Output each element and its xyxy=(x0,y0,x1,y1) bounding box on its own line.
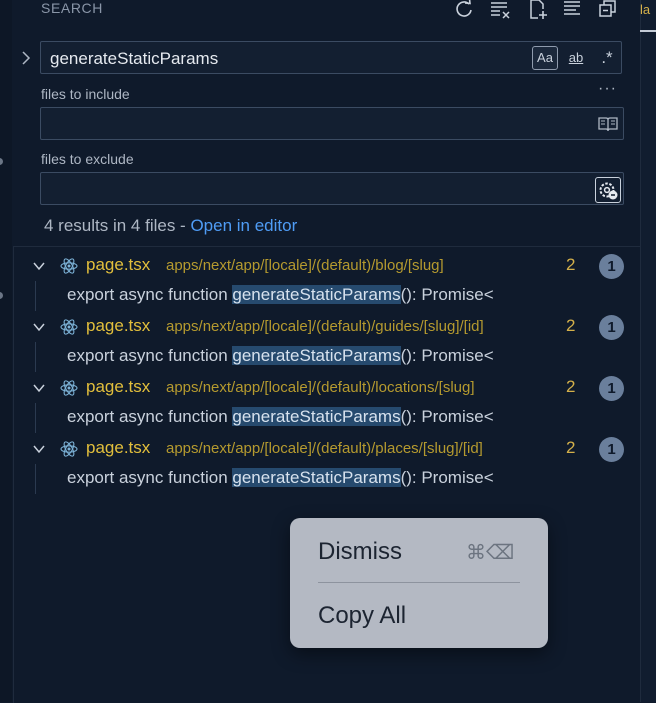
tree-indent-guide xyxy=(35,281,36,311)
result-match-row[interactable]: export async function generateStaticPara… xyxy=(14,403,641,433)
tree-indent-guide xyxy=(35,403,36,433)
result-file-row[interactable]: page.tsx apps/next/app/[locale]/(default… xyxy=(14,312,641,342)
result-file-row[interactable]: page.tsx apps/next/app/[locale]/(default… xyxy=(14,251,641,281)
result-file-name: page.tsx xyxy=(86,255,151,274)
files-to-include-label: files to include xyxy=(41,86,130,102)
result-match-badge: 1 xyxy=(599,376,624,401)
match-prefix: export async function xyxy=(67,468,233,487)
tree-indent-guide xyxy=(35,464,36,494)
clear-results-icon[interactable] xyxy=(489,0,511,20)
results-count-text: 4 results in 4 files - xyxy=(44,216,191,235)
match-prefix: export async function xyxy=(67,407,233,426)
view-as-tree-icon[interactable] xyxy=(561,0,583,20)
gear-icon xyxy=(599,182,618,200)
result-file-name: page.tsx xyxy=(86,316,151,335)
match-suffix: (): Promise< xyxy=(400,468,494,487)
dismiss-shortcut: ⌘⌫ xyxy=(466,542,515,564)
result-match-text: export async function generateStaticPara… xyxy=(67,346,494,366)
result-file-path: apps/next/app/[locale]/(default)/blog/[s… xyxy=(166,257,444,274)
match-highlight: generateStaticParams xyxy=(232,346,401,365)
editor-edge xyxy=(640,0,656,702)
result-match-badge: 1 xyxy=(599,315,624,340)
new-search-editor-icon[interactable] xyxy=(527,0,549,20)
result-match-text: export async function generateStaticPara… xyxy=(67,468,494,488)
chevron-down-icon[interactable] xyxy=(32,259,46,273)
open-in-editor-link[interactable]: Open in editor xyxy=(190,216,297,235)
result-match-badge: 1 xyxy=(599,437,624,462)
result-file-row[interactable]: page.tsx apps/next/app/[locale]/(default… xyxy=(14,373,641,403)
react-file-icon xyxy=(60,319,78,335)
result-match-row[interactable]: export async function generateStaticPara… xyxy=(14,342,641,372)
whole-word-toggle[interactable]: ab xyxy=(563,46,589,70)
chevron-down-icon[interactable] xyxy=(32,381,46,395)
chevron-down-icon[interactable] xyxy=(32,320,46,334)
whole-word-label: ab xyxy=(568,50,584,65)
open-editors-only-icon[interactable] xyxy=(597,113,619,135)
files-to-exclude-label: files to exclude xyxy=(41,151,134,167)
search-query-text: generateStaticParams xyxy=(50,49,219,68)
match-prefix: export async function xyxy=(67,285,233,304)
result-file-row[interactable]: page.tsx apps/next/app/[locale]/(default… xyxy=(14,434,641,464)
editor-tab-indicator xyxy=(640,30,656,32)
result-match-badge: 1 xyxy=(599,254,624,279)
match-suffix: (): Promise< xyxy=(400,285,494,304)
search-input[interactable]: generateStaticParams Aa ab .* xyxy=(40,41,622,74)
result-match-row[interactable]: export async function generateStaticPara… xyxy=(14,281,641,311)
result-problem-count: 2 xyxy=(566,438,576,457)
panel-title: SEARCH xyxy=(41,0,103,16)
result-file-path: apps/next/app/[locale]/(default)/locatio… xyxy=(166,379,475,396)
result-match-text: export async function generateStaticPara… xyxy=(67,407,494,427)
result-problem-count: 2 xyxy=(566,255,576,274)
chevron-down-icon[interactable] xyxy=(32,442,46,456)
menu-separator xyxy=(318,582,520,583)
activity-bar-edge xyxy=(0,0,12,702)
result-problem-count: 2 xyxy=(566,377,576,396)
files-to-exclude-input[interactable] xyxy=(40,172,624,205)
match-case-toggle[interactable]: Aa xyxy=(532,46,558,70)
react-file-icon xyxy=(60,380,78,396)
result-match-text: export async function generateStaticPara… xyxy=(67,285,494,305)
match-highlight: generateStaticParams xyxy=(232,407,401,426)
result-file-path: apps/next/app/[locale]/(default)/places/… xyxy=(166,440,483,457)
toggle-replace-chevron-icon[interactable] xyxy=(19,50,33,66)
regex-toggle[interactable]: .* xyxy=(594,46,620,70)
context-menu: Dismiss ⌘⌫ Copy All xyxy=(290,518,548,648)
match-prefix: export async function xyxy=(67,346,233,365)
collapse-all-icon[interactable] xyxy=(597,0,619,20)
result-file-name: page.tsx xyxy=(86,377,151,396)
match-suffix: (): Promise< xyxy=(400,346,494,365)
files-to-include-input[interactable] xyxy=(40,107,624,140)
result-problem-count: 2 xyxy=(566,316,576,335)
more-options-icon[interactable]: ··· xyxy=(598,80,617,98)
dismiss-menu-item[interactable]: Dismiss xyxy=(318,538,402,566)
react-file-icon xyxy=(60,258,78,274)
result-file-path: apps/next/app/[locale]/(default)/guides/… xyxy=(166,318,484,335)
match-suffix: (): Promise< xyxy=(400,407,494,426)
match-highlight: generateStaticParams xyxy=(232,285,401,304)
react-file-icon xyxy=(60,441,78,457)
copy-all-menu-item[interactable]: Copy All xyxy=(318,602,406,630)
result-file-name: page.tsx xyxy=(86,438,151,457)
result-match-row[interactable]: export async function generateStaticPara… xyxy=(14,464,641,494)
refresh-icon[interactable] xyxy=(453,0,475,20)
use-exclude-settings-toggle[interactable] xyxy=(595,177,621,203)
results-summary: 4 results in 4 files - Open in editor xyxy=(44,216,297,236)
editor-tab-partial[interactable]: la xyxy=(640,0,656,28)
match-highlight: generateStaticParams xyxy=(232,468,401,487)
tree-indent-guide xyxy=(35,342,36,372)
